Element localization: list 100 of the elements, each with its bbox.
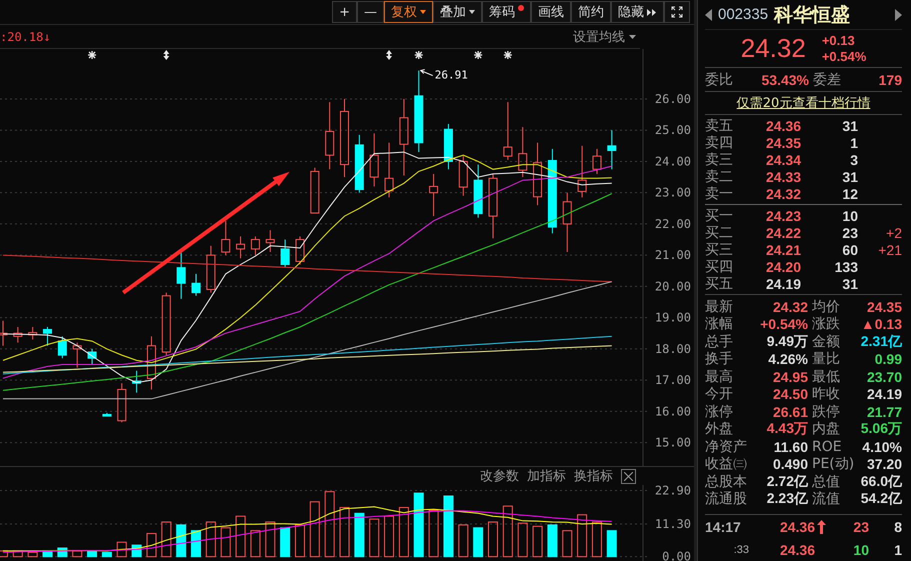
order-level-label: 卖五 (705, 117, 734, 135)
set-moving-average-button[interactable]: 设置均线 (573, 28, 636, 46)
candlestick (132, 370, 142, 394)
stat-label: 总手 (705, 332, 734, 351)
axis-label: 11.30 (654, 517, 691, 531)
trade-price: 24.36 (778, 542, 815, 558)
close-button[interactable] (621, 468, 636, 484)
asterisk-icon (504, 51, 512, 59)
candlestick (533, 142, 542, 206)
caret-right-icon[interactable] (895, 8, 902, 20)
double-caret-right-icon (647, 8, 657, 16)
indicator-button[interactable]: 加指标 (527, 467, 566, 485)
order-volume: 133 (834, 259, 858, 275)
stat-value: 54.2亿 (860, 490, 902, 508)
toolbar-button[interactable]: 简约 (571, 1, 611, 23)
volume-bar (577, 514, 588, 558)
stat-label: 外盘 (705, 420, 734, 438)
indicator-button[interactable]: 换指标 (574, 467, 613, 485)
volume-bar (206, 522, 216, 558)
toolbar-button[interactable]: + (332, 1, 357, 23)
order-price: 24.21 (764, 242, 801, 258)
candlestick (429, 173, 438, 217)
order-volume: 31 (841, 118, 858, 134)
stat-value: 11.60 (772, 438, 808, 455)
toolbar-button[interactable]: — (357, 1, 384, 23)
volume-bar (57, 548, 68, 558)
peak-price-label: 26.91 (434, 68, 468, 82)
stat-value: 21.77 (866, 404, 902, 420)
stat-label: 涨跌 (811, 315, 841, 334)
stat-value: 24.19 (866, 386, 902, 402)
stat-value: 26.61 (772, 404, 808, 420)
stat-value: 2.23亿 (766, 490, 808, 508)
stat-value: 179 (878, 72, 902, 88)
volume-bar (280, 527, 290, 558)
order-volume: 3 (849, 152, 858, 168)
fullscreen-button[interactable] (664, 1, 690, 23)
toolbar-button[interactable]: 隐藏 (611, 1, 664, 23)
volume-bar (236, 516, 246, 558)
volume-bar (0, 550, 8, 558)
axis-label: 15.00 (654, 436, 691, 450)
toolbar-button[interactable]: 画线 (531, 1, 571, 23)
volume-change: +2 (885, 225, 902, 241)
order-volume: 10 (841, 208, 858, 224)
toolbar-button[interactable]: 叠加 (433, 1, 482, 23)
volume-bar (12, 550, 23, 558)
stat-value: 9.49万 (766, 332, 808, 351)
candlestick (325, 102, 334, 170)
stock-name: 科华恒盛 (774, 2, 852, 28)
caret-left-icon[interactable] (705, 8, 712, 20)
candlestick (370, 132, 379, 187)
indicator-button[interactable]: 改参数 (480, 467, 519, 485)
candlestick (58, 336, 67, 359)
axis-label: 17.00 (654, 373, 691, 388)
caret-down-icon (629, 34, 636, 38)
candlestick (221, 220, 230, 256)
candlestick (458, 156, 468, 196)
stat-label: 收益㈢ (705, 455, 747, 474)
axis-label: 24.00 (654, 154, 691, 168)
candlestick (295, 236, 304, 266)
volume-bar (220, 527, 231, 558)
order-volume: 60 (841, 242, 858, 258)
stat-label: 最低 (811, 368, 841, 386)
stat-label: 金额 (811, 332, 841, 351)
volume-bar (428, 510, 439, 558)
order-volume: 23 (841, 225, 858, 241)
volume-bar (443, 495, 454, 558)
axis-label: 26.00 (654, 92, 691, 106)
volume-bar (310, 501, 320, 558)
candlestick (607, 130, 616, 170)
candlestick (88, 348, 97, 365)
volume-bar (191, 530, 201, 558)
trade-volume: 23 (852, 518, 869, 534)
candlestick (13, 326, 22, 344)
toolbar-button[interactable]: 复权 (384, 1, 433, 23)
stat-label: 净资产 (705, 438, 747, 456)
stat-label: 总值 (811, 472, 841, 491)
order-volume: 31 (841, 276, 858, 292)
stat-label: 委比 (705, 70, 734, 88)
upgrade-link[interactable]: 仅需20元查看十档行情 (736, 94, 870, 112)
order-level-label: 买一 (705, 207, 734, 225)
up-down-arrow-icon (163, 50, 170, 60)
candlestick (518, 126, 528, 178)
volume-bar (28, 552, 38, 558)
order-price: 24.34 (764, 152, 801, 168)
stat-label: 换手 (705, 350, 734, 368)
order-price: 24.22 (764, 225, 801, 241)
stat-value: 4.26% (767, 351, 808, 368)
stat-label: PE(动) (811, 455, 852, 474)
stat-value: ▲0.13 (860, 316, 902, 332)
candlestick (444, 123, 453, 170)
order-level-label: 卖三 (705, 151, 734, 169)
candlestick (310, 167, 320, 214)
stat-label: 内盘 (811, 420, 841, 438)
trade-count: 1 (893, 542, 902, 558)
toolbar-button[interactable]: 筹码 (482, 1, 531, 23)
volume-bar (592, 522, 602, 558)
axis-label: 20.00 (654, 279, 691, 294)
volume-bar (473, 527, 484, 558)
trade-volume: 10 (852, 542, 869, 558)
candlestick (102, 412, 112, 417)
